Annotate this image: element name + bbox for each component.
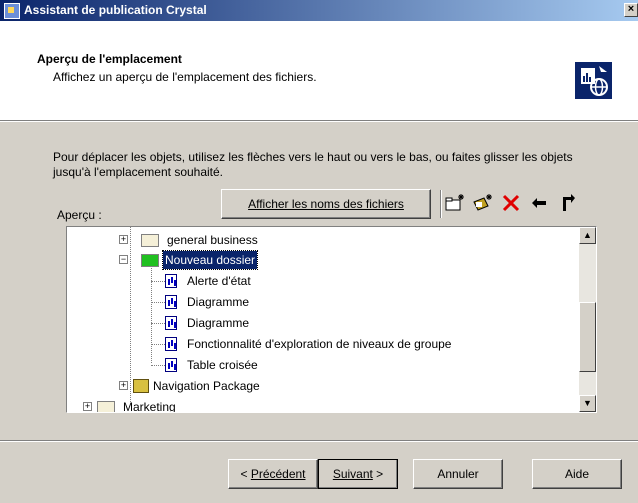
folder-icon	[97, 401, 115, 412]
show-filenames-label: Afficher les noms des fichiers	[248, 197, 404, 211]
tree-item-label: Fonctionnalité d'exploration de niveaux …	[187, 337, 452, 351]
delete-icon[interactable]	[500, 192, 522, 214]
collapse-icon[interactable]: −	[119, 255, 128, 264]
tree-item-label: general business	[167, 233, 258, 247]
page-title: Aperçu de l'emplacement	[37, 52, 182, 66]
next-label: Suivant	[332, 467, 373, 481]
tree-item-nouveau-dossier[interactable]: − Nouveau dossier	[119, 250, 559, 270]
folder-icon	[141, 254, 159, 267]
scroll-thumb[interactable]	[579, 302, 596, 372]
scroll-up-button[interactable]: ▲	[579, 227, 596, 244]
previous-label: Précédent	[250, 467, 306, 481]
expand-icon[interactable]: +	[119, 381, 128, 390]
new-folder-icon[interactable]	[444, 192, 466, 214]
tree-item-label: Diagramme	[187, 295, 250, 309]
tree-item-label: Table croisée	[187, 358, 258, 372]
tree-guide-line	[151, 365, 165, 366]
tree-guide-line	[151, 323, 165, 324]
report-icon	[165, 337, 177, 351]
tree-item-alerte-etat[interactable]: Alerte d'état	[151, 272, 551, 290]
tree-guide-line	[151, 281, 165, 282]
report-icon	[165, 274, 177, 288]
package-icon	[133, 379, 149, 393]
expand-icon[interactable]: +	[119, 235, 128, 244]
tree-item-label: Marketing	[123, 400, 176, 413]
title-bar: Assistant de publication Crystal ×	[0, 0, 638, 21]
tree-guide-line	[151, 302, 165, 303]
tree-item-diagramme[interactable]: Diagramme	[151, 293, 551, 311]
show-filenames-button[interactable]: Afficher les noms des fichiers	[221, 189, 431, 219]
tree-item-label: Navigation Package	[153, 379, 260, 393]
toolbar-separator	[440, 190, 442, 218]
header-divider	[0, 121, 638, 122]
page-subtitle: Affichez un aperçu de l'emplacement des …	[53, 70, 317, 84]
wizard-header: Aperçu de l'emplacement Affichez un aper…	[0, 21, 638, 121]
footer-divider	[0, 440, 638, 442]
report-icon	[165, 295, 177, 309]
cancel-button[interactable]: Annuler	[413, 459, 503, 489]
window-title: Assistant de publication Crystal	[24, 3, 207, 17]
move-down-icon[interactable]	[556, 192, 578, 214]
tree-item-diagramme[interactable]: Diagramme	[151, 314, 551, 332]
report-icon	[165, 316, 177, 330]
tree-scrollbar[interactable]: ▲ ▼	[579, 227, 596, 412]
tree-item-general-business[interactable]: + general business	[119, 231, 559, 249]
scroll-down-button[interactable]: ▼	[579, 395, 596, 412]
preview-tree[interactable]: + general business − Nouveau dossier Ale…	[66, 226, 597, 413]
close-button[interactable]: ×	[624, 3, 638, 17]
tree-item-label: Diagramme	[187, 316, 250, 330]
expand-icon[interactable]: +	[83, 402, 92, 411]
publish-wizard-icon	[575, 62, 612, 99]
tree-item-table-croisee[interactable]: Table croisée	[151, 356, 551, 374]
app-icon	[4, 3, 20, 19]
preview-label: Aperçu :	[57, 208, 102, 222]
move-up-level-icon[interactable]	[528, 192, 550, 214]
tree-item-fonctionnalite[interactable]: Fonctionnalité d'exploration de niveaux …	[151, 335, 551, 353]
previous-button[interactable]: < Précédent	[228, 459, 318, 489]
tree-guide-line	[151, 344, 165, 345]
instructions-text: Pour déplacer les objets, utilisez les f…	[53, 150, 573, 179]
tree-item-label: Alerte d'état	[187, 274, 251, 288]
help-button[interactable]: Aide	[532, 459, 622, 489]
report-icon	[165, 358, 177, 372]
tree-item-label: Nouveau dossier	[161, 250, 259, 270]
next-button[interactable]: Suivant >	[318, 459, 398, 489]
new-package-icon[interactable]	[472, 192, 494, 214]
tree-item-navigation-package[interactable]: + Navigation Package	[119, 377, 559, 395]
tree-item-marketing[interactable]: + Marketing	[83, 398, 523, 413]
folder-icon	[141, 234, 159, 247]
